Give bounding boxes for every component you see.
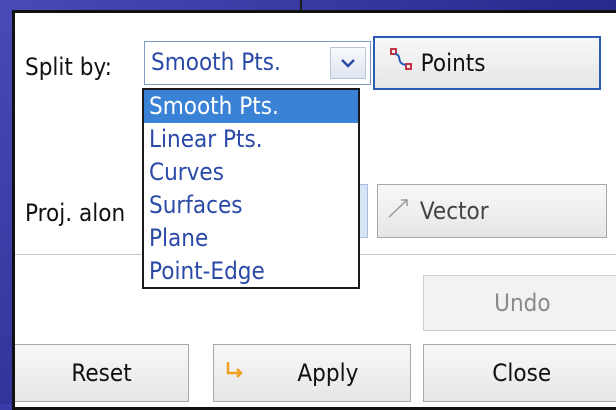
vector-arrow-icon: [386, 196, 412, 226]
close-button-label: Close: [492, 359, 552, 387]
vector-button[interactable]: Vector: [377, 184, 607, 238]
dropdown-option-surfaces[interactable]: Surfaces: [144, 189, 358, 222]
dropdown-option-linear-pts[interactable]: Linear Pts.: [144, 123, 358, 156]
dropdown-option-smooth-pts[interactable]: Smooth Pts.: [144, 90, 358, 123]
reset-button[interactable]: Reset: [15, 344, 189, 402]
split-by-combobox[interactable]: Smooth Pts.: [144, 41, 371, 85]
vector-button-label: Vector: [419, 197, 489, 225]
projection-label: Proj. alon: [25, 199, 126, 227]
dropdown-option-curves[interactable]: Curves: [144, 156, 358, 189]
apply-button-label: Apply: [297, 359, 359, 387]
split-by-label: Split by:: [25, 53, 112, 81]
apply-arrow-icon: [224, 359, 246, 387]
split-dialog: Split by: Smooth Pts. Points Proj. alon …: [12, 10, 616, 410]
points-curve-icon: [389, 47, 415, 79]
split-by-dropdown-list: Smooth Pts. Linear Pts. Curves Surfaces …: [142, 88, 360, 289]
chevron-down-icon[interactable]: [330, 47, 366, 79]
points-button[interactable]: Points: [373, 36, 601, 90]
close-button[interactable]: Close: [423, 344, 616, 402]
undo-button[interactable]: Undo: [423, 275, 616, 331]
points-button-label: Points: [420, 49, 486, 77]
split-by-selected-value: Smooth Pts.: [151, 48, 281, 76]
undo-button-label: Undo: [493, 289, 551, 317]
apply-button[interactable]: Apply: [213, 344, 411, 402]
dropdown-option-point-edge[interactable]: Point-Edge: [144, 255, 358, 288]
dropdown-option-plane[interactable]: Plane: [144, 222, 358, 255]
reset-button-label: Reset: [71, 359, 132, 387]
